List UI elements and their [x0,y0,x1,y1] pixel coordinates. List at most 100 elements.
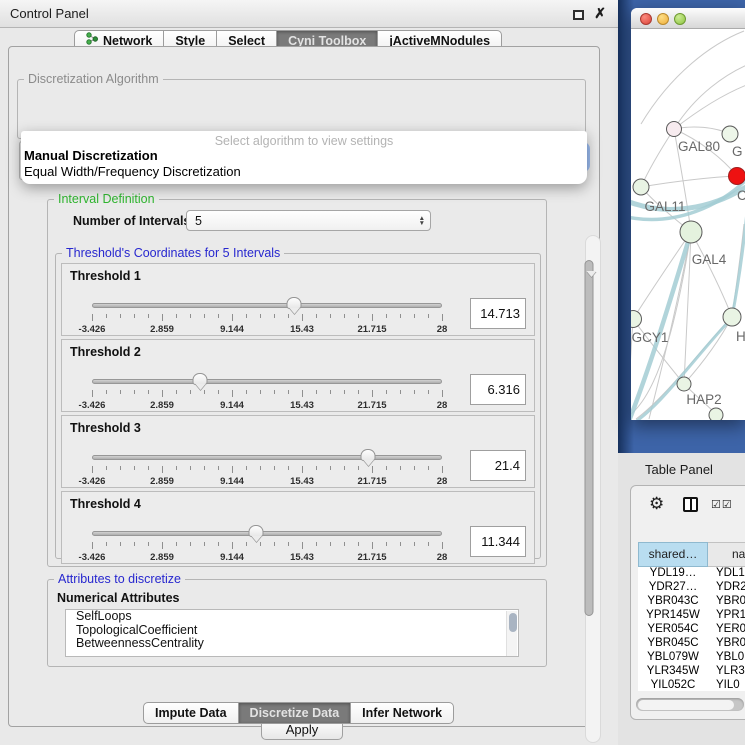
algorithm-popup-hint: Select algorithm to view settings [21,134,587,148]
zoom-traffic-light-icon[interactable] [674,13,686,25]
slider-scale: -3.4262.8599.14415.4321.71528 [92,324,442,336]
network-node-GCY1[interactable] [631,311,642,328]
table-row[interactable]: YDR27…YDR2 [638,581,745,595]
combo-stepper-icon[interactable]: ▲▼ [419,216,425,226]
network-edge[interactable] [641,129,674,187]
column-header-shared-name[interactable]: shared… [638,542,708,567]
threshold-slider[interactable]: -3.4262.8599.14415.4321.71528 [92,528,442,562]
close-icon[interactable]: ✗ [594,5,606,22]
node-label: GAL4 [692,252,727,267]
numerical-attributes-list[interactable]: SelfLoopsTopologicalCoefficientBetweenne… [65,609,519,657]
tab-infer-network[interactable]: Infer Network [350,702,454,724]
control-panel: Control Panel ✗ Network Style Select Cyn… [0,0,618,745]
threshold-row: Threshold 4 -3.4262.8599.14415.4321.7152… [61,491,535,564]
table-panel: Table Panel ⚙ ☑☑ shared… na YDL19…YDL1YD… [618,453,745,745]
algorithm-option[interactable]: Equal Width/Frequency Discretization [21,164,587,180]
slider-ticks [92,390,442,399]
attribute-item[interactable]: TopologicalCoefficient [66,624,518,638]
scrollbar-thumb[interactable] [638,700,734,710]
scrollbar-thumb[interactable] [509,613,517,632]
table-row[interactable]: YDL19…YDL1 [638,567,745,581]
gear-icon[interactable]: ⚙ [649,494,664,514]
slider-track[interactable] [92,379,442,384]
minimize-traffic-light-icon[interactable] [657,13,669,25]
network-canvas[interactable]: GAL80GCGAL11GAL4GCY1HHAP2 [631,29,745,420]
cyni-toolbox-panel: Discretization Algorithm ▲▼ Select algor… [8,46,600,727]
network-edge[interactable] [641,31,744,124]
network-edge-thick[interactable] [732,201,745,317]
slider-thumb-icon[interactable] [361,449,376,461]
slider-thumb-icon[interactable] [287,297,302,309]
content-vertical-scrollbar[interactable] [585,235,601,743]
network-window-titlebar[interactable] [631,8,745,29]
attribute-item[interactable]: SelfLoops [66,610,518,624]
table-row[interactable]: YIL052CYIL0 [638,679,745,691]
table-row[interactable]: YBL079WYBL0 [638,651,745,665]
table-row[interactable]: YPR145WYPR1 [638,609,745,623]
network-node-GAL4[interactable] [680,221,702,243]
threshold-value-field[interactable] [470,450,526,481]
network-edge-thick[interactable] [631,232,691,420]
slider-track[interactable] [92,455,442,460]
threshold-value-field[interactable] [470,374,526,405]
slider-thumb-icon[interactable] [249,525,264,537]
slider-track[interactable] [92,531,442,536]
thresholds-group-title: Threshold's Coordinates for 5 Intervals [62,246,284,260]
network-node-HAP2[interactable] [677,377,691,391]
network-view-window[interactable]: GAL80GCGAL11GAL4GCY1HHAP2 [631,8,745,420]
network-edge[interactable] [674,64,745,129]
network-node-H[interactable] [723,308,741,326]
number-of-intervals-combobox[interactable]: 5 ▲▼ [186,210,431,231]
network-edge[interactable] [633,319,684,384]
slider-scale: -3.4262.8599.14415.4321.71528 [92,476,442,488]
attribute-item[interactable]: BetweennessCentrality [66,637,518,651]
bottom-tab-strip: Impute Data Discretize Data Infer Networ… [143,702,454,724]
tab-impute-data[interactable]: Impute Data [143,702,239,724]
network-edge[interactable] [641,176,737,187]
node-label: GAL11 [644,199,685,214]
threshold-rows: Threshold 1 -3.4262.8599.14415.4321.7152… [61,263,535,567]
network-node-GAL11[interactable] [633,179,649,195]
threshold-value-field[interactable] [470,526,526,557]
slider-track[interactable] [92,303,442,308]
network-node-C[interactable] [729,168,745,185]
list-vertical-scrollbar[interactable] [506,611,517,657]
table-rows: YDL19…YDL1YDR27…YDR2YBR043CYBR0YPR145WYP… [638,567,745,691]
slider-thumb-icon[interactable] [193,373,208,385]
float-window-icon[interactable] [573,10,584,20]
threshold-value-field[interactable] [470,298,526,329]
attributes-group-title: Attributes to discretize [54,572,185,586]
threshold-row: Threshold 1 -3.4262.8599.14415.4321.7152… [61,263,535,336]
table-row[interactable]: YBR043CYBR0 [638,595,745,609]
column-header-name[interactable]: na [708,542,745,567]
table-row[interactable]: YER054CYER0 [638,623,745,637]
columns-icon[interactable] [683,497,698,512]
slider-scale: -3.4262.8599.14415.4321.71528 [92,552,442,564]
node-label: GAL80 [678,139,720,154]
tab-discretize-data[interactable]: Discretize Data [238,702,352,724]
tab-discretize-data-label: Discretize Data [250,703,340,723]
network-desktop: GAL80GCGAL11GAL4GCY1HHAP2 [618,0,745,453]
algorithm-option[interactable]: Manual Discretization [21,148,587,164]
threshold-slider[interactable]: -3.4262.8599.14415.4321.71528 [92,376,442,410]
slider-scale: -3.4262.8599.14415.4321.71528 [92,400,442,412]
network-node-G[interactable] [722,126,738,142]
threshold-label: Threshold 3 [70,421,141,435]
network-node-GAL80[interactable] [667,122,682,137]
close-traffic-light-icon[interactable] [640,13,652,25]
number-of-intervals-label: Number of Intervals [73,214,190,228]
threshold-label: Threshold 1 [70,269,141,283]
scrollbar-thumb[interactable] [584,260,593,616]
network-edge[interactable] [691,232,732,317]
threshold-slider[interactable]: -3.4262.8599.14415.4321.71528 [92,452,442,486]
table-row[interactable]: YBR045CYBR0 [638,637,745,651]
table-horizontal-scrollbar[interactable] [636,698,744,711]
checkbox-icons[interactable]: ☑☑ [711,498,733,511]
network-edge[interactable] [674,84,745,129]
algorithm-dropdown-popup: Select algorithm to view settings Manual… [21,131,587,184]
network-node[interactable] [709,408,723,420]
table-row[interactable]: YLR345WYLR3 [638,665,745,679]
threshold-slider[interactable]: -3.4262.8599.14415.4321.71528 [92,300,442,334]
node-label: G [732,144,743,159]
interval-definition-title: Interval Definition [54,192,159,206]
